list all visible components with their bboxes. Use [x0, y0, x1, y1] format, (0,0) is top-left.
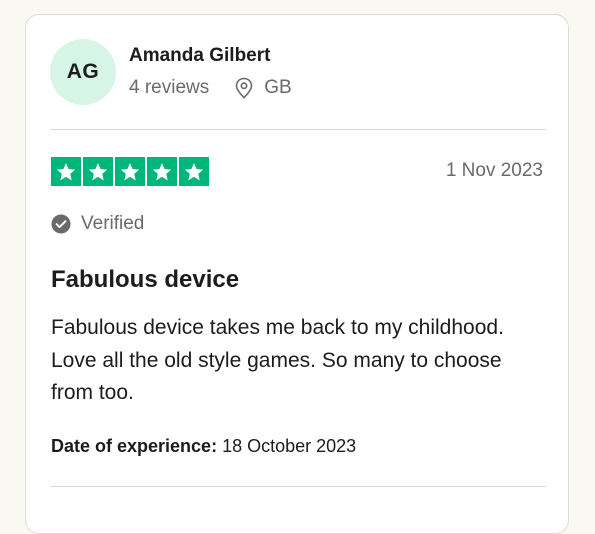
star-icon	[83, 157, 113, 186]
avatar-initials: AG	[66, 60, 100, 83]
reviewer-name[interactable]: Amanda Gilbert	[129, 45, 270, 67]
date-of-experience: Date of experience: 18 October 2023	[51, 436, 356, 457]
star-icon	[179, 157, 209, 186]
review-card: AG Amanda Gilbert 4 reviews GB 1 Nov 202…	[25, 14, 569, 534]
check-circle-icon	[51, 214, 71, 234]
review-body: Fabulous device takes me back to my chil…	[51, 316, 504, 404]
star-icon	[51, 157, 81, 186]
review-count: 4 reviews	[129, 77, 210, 98]
verified-label: Verified	[81, 213, 145, 234]
reviewer-meta: 4 reviews GB	[129, 77, 292, 99]
review-title: Fabulous device	[51, 266, 240, 293]
star-rating	[51, 157, 209, 186]
location-pin-icon	[234, 77, 254, 99]
experience-label: Date of experience:	[51, 436, 218, 456]
divider	[50, 129, 546, 130]
reviewer-country: GB	[264, 77, 292, 98]
avatar[interactable]: AG	[50, 39, 116, 105]
star-icon	[115, 157, 145, 186]
verified-badge[interactable]: Verified	[51, 213, 144, 235]
experience-date: 18 October 2023	[222, 436, 357, 456]
star-icon	[147, 157, 177, 186]
review-date: 1 Nov 2023	[445, 160, 543, 181]
divider	[50, 486, 546, 487]
